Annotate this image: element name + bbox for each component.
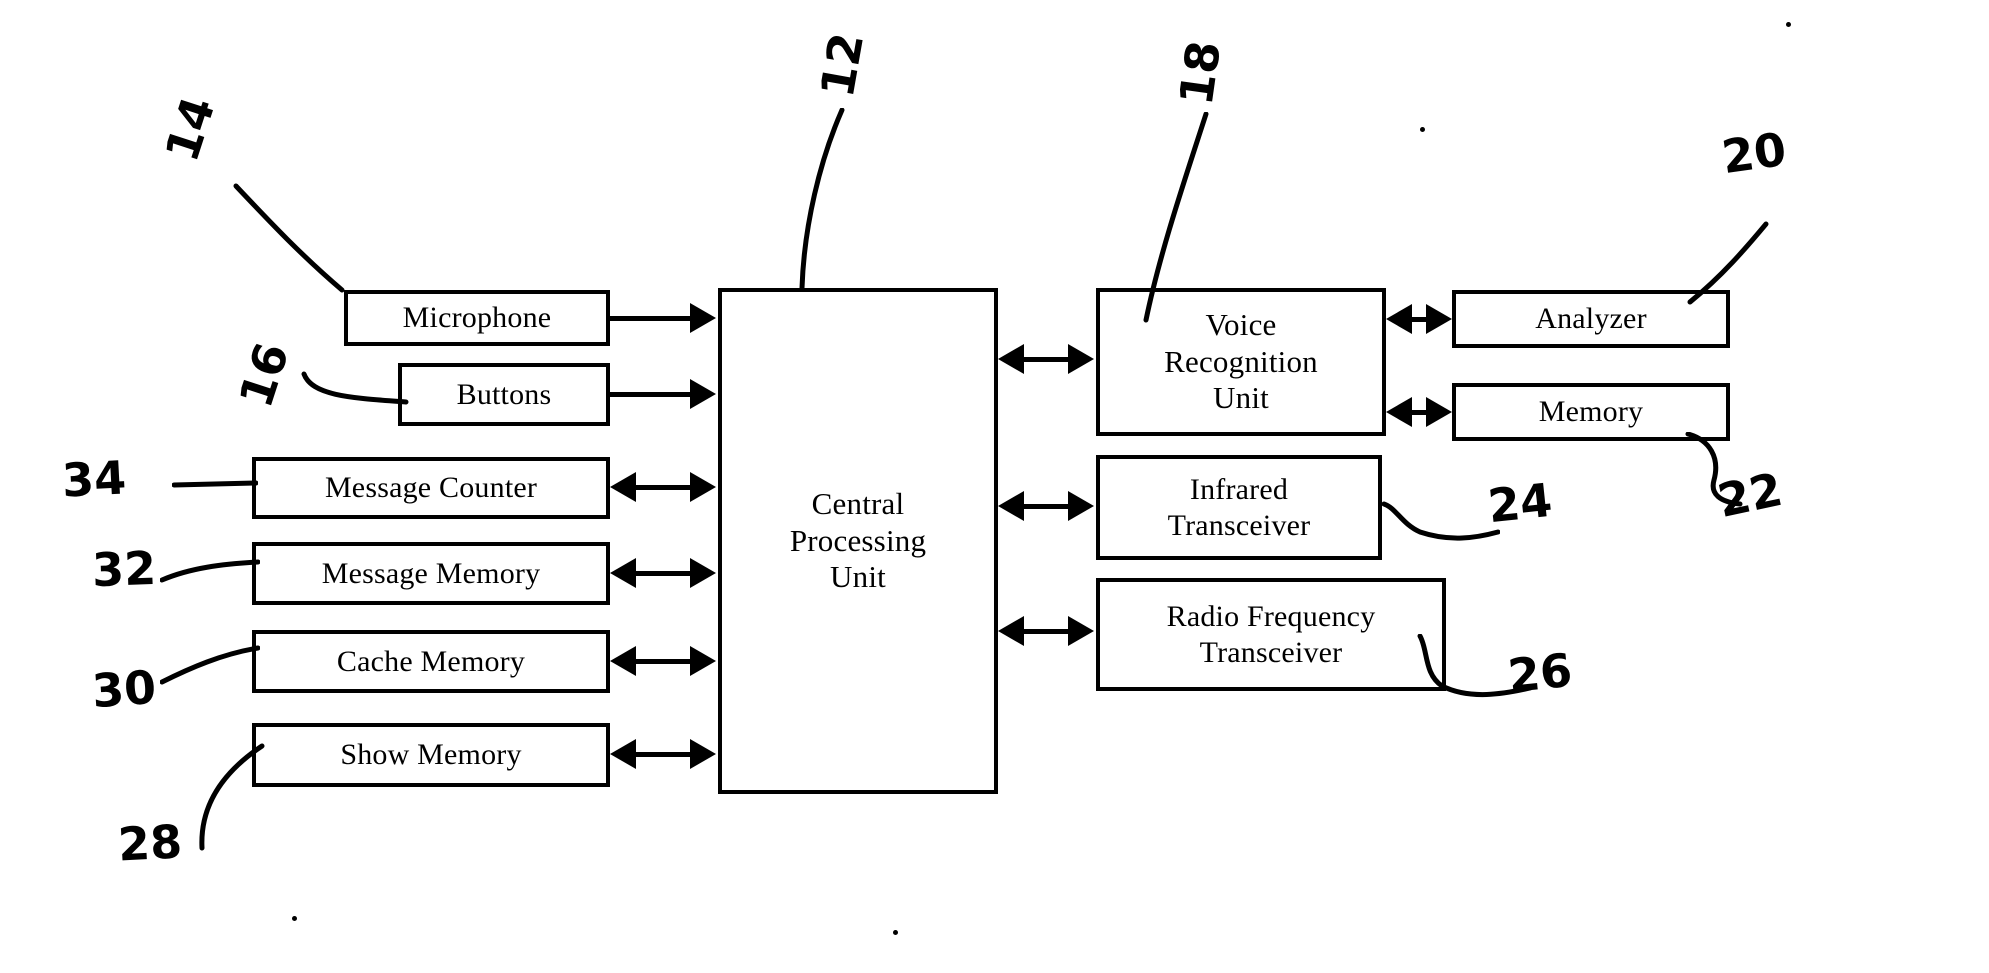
block-radio-frequency-transceiver-label: Radio Frequency Transceiver xyxy=(1166,600,1376,669)
page-speck xyxy=(1786,22,1791,27)
arrowhead-right xyxy=(1426,397,1452,427)
connector-cpu-radio-frequency xyxy=(1022,629,1072,634)
reference-numeral-32: 32 xyxy=(91,540,157,598)
page-speck xyxy=(893,930,898,935)
arrowhead-right xyxy=(690,472,716,502)
block-voice-recognition-unit[interactable]: Voice Recognition Unit xyxy=(1096,288,1386,436)
reference-numeral-28: 28 xyxy=(116,814,184,872)
reference-numeral-12: 12 xyxy=(809,28,875,102)
leader-line-16 xyxy=(301,371,409,405)
block-message-counter[interactable]: Message Counter xyxy=(252,457,610,519)
leader-line-30 xyxy=(160,645,260,685)
block-microphone-label: Microphone xyxy=(402,301,552,335)
reference-numeral-30: 30 xyxy=(90,659,158,719)
arrowhead-left xyxy=(610,739,636,769)
connector-show-memory-cpu xyxy=(634,752,694,757)
leader-line-24 xyxy=(1381,501,1500,541)
block-message-memory-label: Message Memory xyxy=(321,556,541,590)
arrowhead-left xyxy=(1386,304,1412,334)
arrowhead-right xyxy=(1068,616,1094,646)
connector-cpu-infrared xyxy=(1022,504,1072,509)
reference-numeral-14: 14 xyxy=(154,90,226,168)
reference-numeral-22: 22 xyxy=(1713,461,1787,529)
reference-numeral-24: 24 xyxy=(1485,472,1555,534)
block-cpu-label: Central Processing Unit xyxy=(789,486,927,595)
diagram-canvas: Microphone Buttons Message Counter Messa… xyxy=(0,0,1989,973)
block-memory[interactable]: Memory xyxy=(1452,383,1730,441)
reference-numeral-20: 20 xyxy=(1718,121,1790,185)
reference-numeral-18: 18 xyxy=(1168,37,1232,109)
block-message-memory[interactable]: Message Memory xyxy=(252,542,610,605)
arrowhead-left xyxy=(998,344,1024,374)
block-show-memory-label: Show Memory xyxy=(340,738,522,772)
arrowhead-left xyxy=(610,472,636,502)
connector-cpu-voice-recognition xyxy=(1022,357,1072,362)
arrowhead-right xyxy=(1426,304,1452,334)
connector-message-counter-cpu xyxy=(634,485,694,490)
block-voice-recognition-label: Voice Recognition Unit xyxy=(1164,307,1318,416)
leader-line-12 xyxy=(799,108,845,291)
arrowhead-left xyxy=(610,646,636,676)
page-speck xyxy=(292,916,297,921)
arrowhead-right xyxy=(1068,344,1094,374)
block-analyzer-label: Analyzer xyxy=(1535,302,1647,336)
arrowhead-right xyxy=(690,646,716,676)
arrowhead-right xyxy=(690,379,716,409)
block-radio-frequency-transceiver[interactable]: Radio Frequency Transceiver xyxy=(1096,578,1446,691)
block-microphone[interactable]: Microphone xyxy=(344,290,610,346)
connector-cache-memory-cpu xyxy=(634,659,694,664)
block-cache-memory-label: Cache Memory xyxy=(336,644,526,678)
block-infrared-transceiver[interactable]: Infrared Transceiver xyxy=(1096,455,1382,560)
block-analyzer[interactable]: Analyzer xyxy=(1452,290,1730,348)
connector-message-memory-cpu xyxy=(634,571,694,576)
block-buttons-label: Buttons xyxy=(456,377,552,411)
block-infrared-transceiver-label: Infrared Transceiver xyxy=(1167,473,1311,542)
leader-line-34 xyxy=(172,480,258,488)
connector-microphone-cpu xyxy=(610,316,692,321)
block-buttons[interactable]: Buttons xyxy=(398,363,610,426)
leader-line-32 xyxy=(160,559,260,583)
reference-numeral-16: 16 xyxy=(228,336,300,414)
block-show-memory[interactable]: Show Memory xyxy=(252,723,610,787)
block-central-processing-unit[interactable]: Central Processing Unit xyxy=(718,288,998,794)
arrowhead-left xyxy=(998,491,1024,521)
connector-buttons-cpu xyxy=(610,392,692,397)
arrowhead-left xyxy=(998,616,1024,646)
arrowhead-right xyxy=(1068,491,1094,521)
block-memory-label: Memory xyxy=(1538,395,1644,429)
page-speck xyxy=(1420,127,1425,132)
block-cache-memory[interactable]: Cache Memory xyxy=(252,630,610,693)
arrowhead-left xyxy=(1386,397,1412,427)
arrowhead-left xyxy=(610,558,636,588)
block-message-counter-label: Message Counter xyxy=(324,471,538,505)
arrowhead-right xyxy=(690,739,716,769)
reference-numeral-26: 26 xyxy=(1505,642,1575,704)
arrowhead-right xyxy=(690,303,716,333)
reference-numeral-34: 34 xyxy=(60,450,128,508)
arrowhead-right xyxy=(690,558,716,588)
